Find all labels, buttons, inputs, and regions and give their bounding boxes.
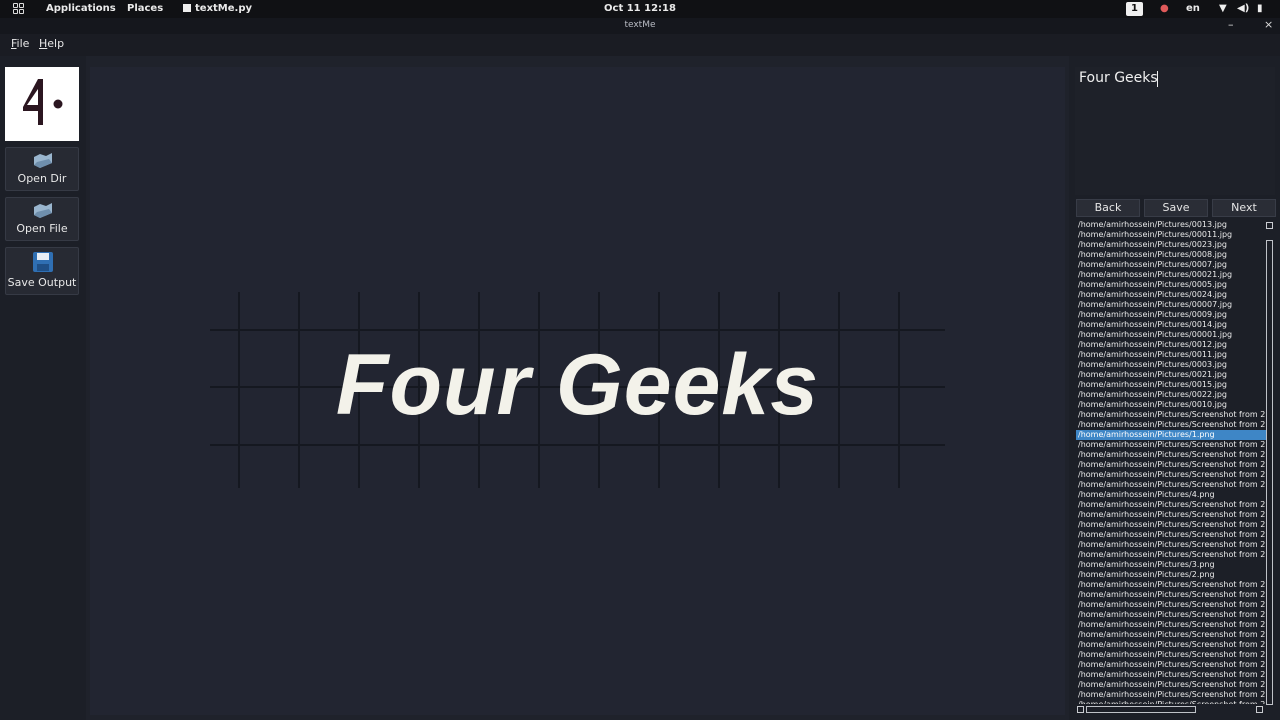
file-list-item[interactable]: /home/amirhossein/Pictures/Screenshot fr… (1076, 480, 1266, 490)
language-indicator[interactable]: en (1186, 3, 1200, 14)
file-list-item[interactable]: /home/amirhossein/Pictures/Screenshot fr… (1076, 580, 1266, 590)
file-list-item[interactable]: /home/amirhossein/Pictures/0010.jpg (1076, 400, 1266, 410)
file-list-item[interactable]: /home/amirhossein/Pictures/0024.jpg (1076, 290, 1266, 300)
file-list-item[interactable]: /home/amirhossein/Pictures/0003.jpg (1076, 360, 1266, 370)
back-button[interactable]: Back (1076, 199, 1140, 217)
grid-line (210, 444, 945, 446)
open-dir-label: Open Dir (17, 172, 67, 185)
file-menu[interactable]: File (11, 37, 29, 50)
file-list-item[interactable]: /home/amirhossein/Pictures/Screenshot fr… (1076, 660, 1266, 670)
open-file-label: Open File (16, 222, 68, 235)
workspace-indicator[interactable]: 1 (1126, 2, 1143, 16)
file-open-icon (34, 203, 52, 218)
file-list-item[interactable]: /home/amirhossein/Pictures/Screenshot fr… (1076, 410, 1266, 420)
file-list-item[interactable]: /home/amirhossein/Pictures/Screenshot fr… (1076, 620, 1266, 630)
file-list-item[interactable]: /home/amirhossein/Pictures/Screenshot fr… (1076, 690, 1266, 700)
text-caret (1157, 71, 1158, 87)
file-list-item[interactable]: /home/amirhossein/Pictures/Screenshot fr… (1076, 650, 1266, 660)
file-list-item[interactable]: /home/amirhossein/Pictures/Screenshot fr… (1076, 460, 1266, 470)
file-list-item[interactable]: /home/amirhossein/Pictures/0005.jpg (1076, 280, 1266, 290)
file-list-item[interactable]: /home/amirhossein/Pictures/Screenshot fr… (1076, 610, 1266, 620)
ocr-text-value: Four Geeks (1079, 70, 1158, 86)
file-list-item[interactable]: /home/amirhossein/Pictures/Screenshot fr… (1076, 500, 1266, 510)
save-output-label: Save Output (7, 276, 77, 289)
file-list-item[interactable]: /home/amirhossein/Pictures/Screenshot fr… (1076, 700, 1266, 704)
file-list-item[interactable]: /home/amirhossein/Pictures/0011.jpg (1076, 350, 1266, 360)
grid-line (210, 329, 945, 331)
help-menu-label: elp (47, 37, 65, 50)
file-list-item[interactable]: /home/amirhossein/Pictures/Screenshot fr… (1076, 630, 1266, 640)
next-button[interactable]: Next (1212, 199, 1276, 217)
file-list-item[interactable]: /home/amirhossein/Pictures/00007.jpg (1076, 300, 1266, 310)
file-list-item[interactable]: /home/amirhossein/Pictures/00001.jpg (1076, 330, 1266, 340)
file-list-item[interactable]: /home/amirhossein/Pictures/3.png (1076, 560, 1266, 570)
minimize-button[interactable]: – (1228, 18, 1234, 31)
loaded-image: Four Geeks (210, 292, 945, 488)
window-title-bar: textMe – × (0, 18, 1280, 34)
help-menu[interactable]: Help (39, 37, 64, 50)
volume-icon[interactable]: ◀) (1237, 3, 1249, 14)
file-list-item[interactable]: /home/amirhossein/Pictures/00021.jpg (1076, 270, 1266, 280)
file-list-item[interactable]: /home/amirhossein/Pictures/Screenshot fr… (1076, 680, 1266, 690)
file-list-item[interactable]: /home/amirhossein/Pictures/Screenshot fr… (1076, 530, 1266, 540)
file-list-item[interactable]: /home/amirhossein/Pictures/00011.jpg (1076, 230, 1266, 240)
hscroll-left-box[interactable] (1077, 706, 1084, 713)
wifi-icon[interactable]: ▼ (1219, 3, 1227, 14)
file-list-item[interactable]: /home/amirhossein/Pictures/0012.jpg (1076, 340, 1266, 350)
file-list-item[interactable]: /home/amirhossein/Pictures/Screenshot fr… (1076, 510, 1266, 520)
file-list-item[interactable]: /home/amirhossein/Pictures/Screenshot fr… (1076, 450, 1266, 460)
clock[interactable]: Oct 11 12:18 (0, 3, 1280, 14)
file-list-item[interactable]: /home/amirhossein/Pictures/Screenshot fr… (1076, 640, 1266, 650)
file-menu-label: ile (16, 37, 30, 50)
file-list-item[interactable]: /home/amirhossein/Pictures/Screenshot fr… (1076, 550, 1266, 560)
close-button[interactable]: × (1264, 18, 1273, 31)
four-geeks-logo-mark (23, 79, 63, 125)
file-list-item[interactable]: /home/amirhossein/Pictures/0013.jpg (1076, 220, 1266, 230)
file-list-item[interactable]: /home/amirhossein/Pictures/0007.jpg (1076, 260, 1266, 270)
system-top-bar: Applications Places textMe.py Oct 11 12:… (0, 0, 1280, 18)
menu-bar: File Help (0, 34, 1280, 56)
open-dir-button[interactable]: Open Dir (5, 147, 79, 191)
ocr-text-editor[interactable]: Four Geeks (1075, 67, 1275, 195)
file-list-item[interactable]: /home/amirhossein/Pictures/Screenshot fr… (1076, 440, 1266, 450)
file-list-item[interactable]: /home/amirhossein/Pictures/4.png (1076, 490, 1266, 500)
four-geeks-logo (5, 67, 79, 141)
horizontal-scrollbar[interactable] (1086, 706, 1196, 713)
file-list-item[interactable]: /home/amirhossein/Pictures/0014.jpg (1076, 320, 1266, 330)
file-list-item[interactable]: /home/amirhossein/Pictures/Screenshot fr… (1076, 520, 1266, 530)
folder-open-icon (34, 153, 52, 168)
file-list-item[interactable]: /home/amirhossein/Pictures/Screenshot fr… (1076, 600, 1266, 610)
file-list-item[interactable]: /home/amirhossein/Pictures/0008.jpg (1076, 250, 1266, 260)
file-list-item[interactable]: /home/amirhossein/Pictures/Screenshot fr… (1076, 470, 1266, 480)
image-text: Four Geeks (335, 337, 820, 433)
record-icon[interactable]: ● (1160, 3, 1169, 14)
window-title: textMe (624, 20, 656, 30)
file-list-item[interactable]: /home/amirhossein/Pictures/0015.jpg (1076, 380, 1266, 390)
file-list-item[interactable]: /home/amirhossein/Pictures/0021.jpg (1076, 370, 1266, 380)
vertical-scrollbar[interactable] (1266, 240, 1273, 705)
file-list-item[interactable]: /home/amirhossein/Pictures/Screenshot fr… (1076, 540, 1266, 550)
image-canvas[interactable]: Four Geeks (90, 67, 1065, 715)
hscroll-right-box[interactable] (1256, 706, 1263, 713)
file-list-item[interactable]: /home/amirhossein/Pictures/0022.jpg (1076, 390, 1266, 400)
file-list-item[interactable]: /home/amirhossein/Pictures/0009.jpg (1076, 310, 1266, 320)
list-corner-box (1266, 222, 1273, 229)
tool-sidebar: Open Dir Open File Save Output (0, 56, 86, 720)
open-file-button[interactable]: Open File (5, 197, 79, 241)
file-list-item[interactable]: /home/amirhossein/Pictures/Screenshot fr… (1076, 670, 1266, 680)
save-button[interactable]: Save (1144, 199, 1208, 217)
battery-icon[interactable]: ▮ (1257, 3, 1263, 14)
file-list-item[interactable]: /home/amirhossein/Pictures/Screenshot fr… (1076, 420, 1266, 430)
file-list-item[interactable]: /home/amirhossein/Pictures/Screenshot fr… (1076, 590, 1266, 600)
file-list-item[interactable]: /home/amirhossein/Pictures/2.png (1076, 570, 1266, 580)
file-list-item[interactable]: /home/amirhossein/Pictures/0023.jpg (1076, 240, 1266, 250)
file-list-item[interactable]: /home/amirhossein/Pictures/1.png (1076, 430, 1266, 440)
file-list[interactable]: /home/amirhossein/Pictures/0013.jpg/home… (1076, 220, 1266, 704)
floppy-save-icon (33, 252, 53, 272)
save-output-button[interactable]: Save Output (5, 247, 79, 295)
